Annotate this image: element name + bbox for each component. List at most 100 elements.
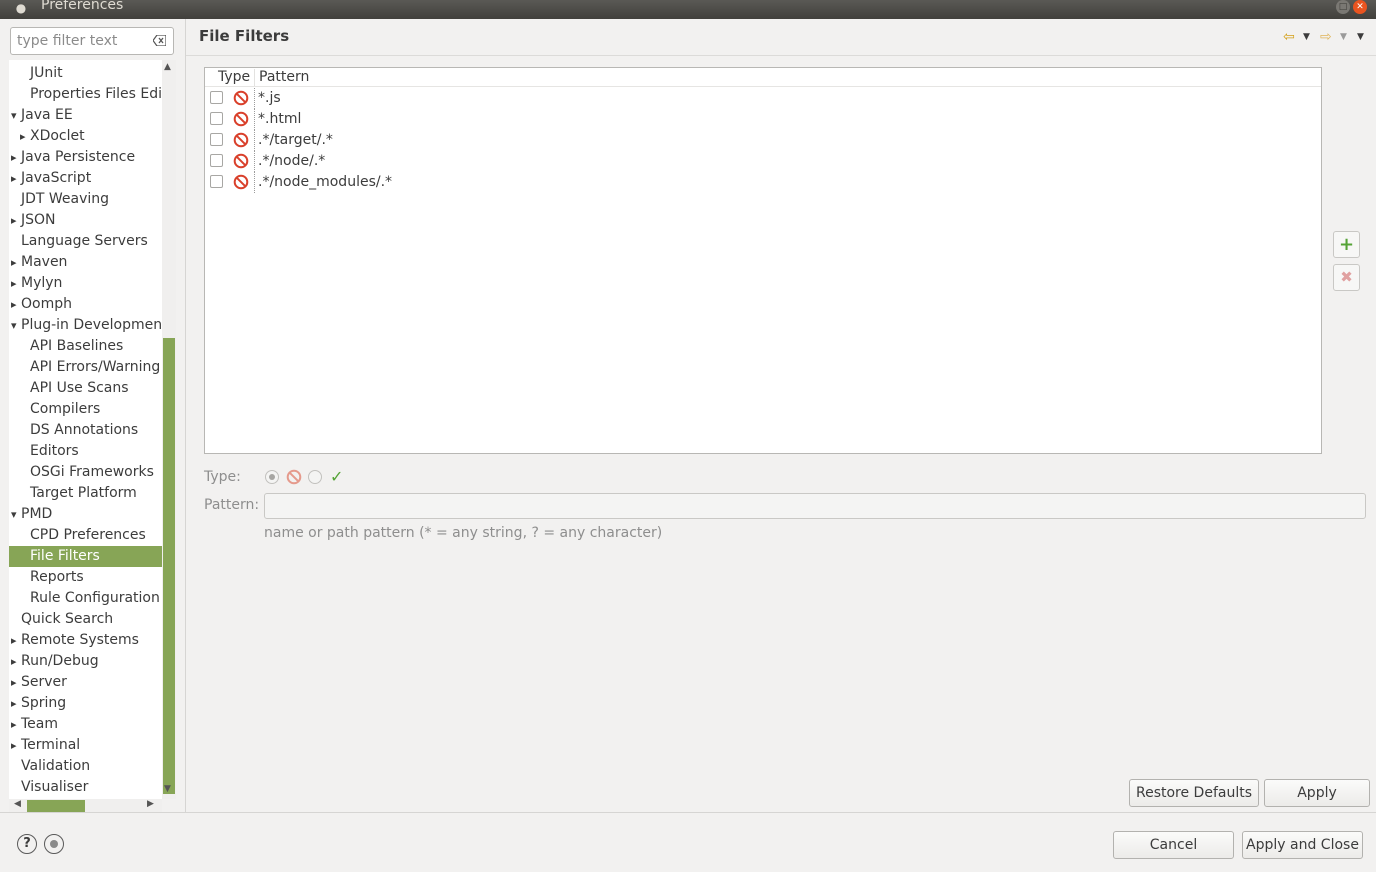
collapse-arrow-icon[interactable]: ▸ xyxy=(11,672,19,693)
collapse-arrow-icon[interactable]: ▸ xyxy=(11,273,19,294)
collapse-arrow-icon[interactable]: ▸ xyxy=(11,252,19,273)
apply-button[interactable]: Apply xyxy=(1264,779,1370,807)
tree-item[interactable]: ▸ Remote Systems xyxy=(9,630,162,651)
tree-item[interactable]: Properties Files Edi xyxy=(9,84,162,105)
tree-item[interactable]: Rule Configuration xyxy=(9,588,162,609)
tree-item[interactable]: API Use Scans xyxy=(9,378,162,399)
tree-item[interactable]: ▸ Terminal xyxy=(9,735,162,756)
row-checkbox[interactable] xyxy=(210,154,223,167)
import-export-icon[interactable] xyxy=(44,834,64,854)
collapse-arrow-icon[interactable]: ▸ xyxy=(11,168,19,189)
expand-arrow-icon[interactable]: ▾ xyxy=(11,315,19,336)
scroll-left-icon[interactable]: ◀ xyxy=(14,799,21,809)
column-header-pattern[interactable]: Pattern xyxy=(259,68,309,87)
clear-filter-icon[interactable] xyxy=(153,35,166,46)
table-row[interactable]: .*/target/.* xyxy=(205,130,1321,151)
tree-item-label: OSGi Frameworks xyxy=(30,464,154,480)
collapse-arrow-icon[interactable]: ▸ xyxy=(11,147,19,168)
row-checkbox[interactable] xyxy=(210,112,223,125)
expand-arrow-icon[interactable]: ▾ xyxy=(11,504,19,525)
filters-table[interactable]: Type Pattern *.js *.html .*/target/.* .*/no… xyxy=(204,67,1322,454)
tree-item[interactable]: Quick Search xyxy=(9,609,162,630)
table-row[interactable]: *.js xyxy=(205,88,1321,109)
table-row[interactable]: *.html xyxy=(205,109,1321,130)
tree-item[interactable]: Language Servers xyxy=(9,231,162,252)
tree-item[interactable]: API Errors/Warning xyxy=(9,357,162,378)
table-row[interactable]: .*/node/.* xyxy=(205,151,1321,172)
row-checkbox[interactable] xyxy=(210,175,223,188)
hscroll-thumb[interactable] xyxy=(27,800,85,812)
tree-item[interactable]: DS Annotations xyxy=(9,420,162,441)
table-row[interactable]: .*/node_modules/.* xyxy=(205,172,1321,193)
tree-item[interactable]: OSGi Frameworks xyxy=(9,462,162,483)
tree-item[interactable]: ▸ JSON xyxy=(9,210,162,231)
scroll-up-icon[interactable]: ▲ xyxy=(164,62,171,72)
tree-item[interactable]: ▸ Team xyxy=(9,714,162,735)
tree-item[interactable]: ▾ Plug-in Development xyxy=(9,315,162,336)
tree-item[interactable]: File Filters xyxy=(9,546,162,567)
back-arrow-icon[interactable]: ⇦ xyxy=(1283,29,1295,45)
help-icon[interactable]: ? xyxy=(17,834,37,854)
pattern-field[interactable] xyxy=(264,493,1366,519)
pane-divider[interactable] xyxy=(185,19,186,812)
collapse-arrow-icon[interactable]: ▸ xyxy=(11,294,19,315)
collapse-arrow-icon[interactable]: ▸ xyxy=(11,630,19,651)
filter-input[interactable] xyxy=(11,28,149,54)
app-menu-icon[interactable]: ● xyxy=(14,1,28,15)
maximize-icon[interactable]: □ xyxy=(1336,0,1350,14)
collapse-arrow-icon[interactable]: ▸ xyxy=(11,651,19,672)
tree-item[interactable]: ▸ JavaScript xyxy=(9,168,162,189)
forward-dropdown-icon[interactable]: ▼ xyxy=(1340,29,1347,45)
collapse-arrow-icon[interactable]: ▸ xyxy=(11,714,19,735)
tree-item[interactable]: ▸ Server xyxy=(9,672,162,693)
cancel-button[interactable]: Cancel xyxy=(1113,831,1234,859)
column-header-type[interactable]: Type xyxy=(218,68,250,87)
tree-horizontal-scrollbar[interactable]: ◀ ▶ xyxy=(9,799,162,813)
collapse-arrow-icon[interactable]: ▸ xyxy=(11,735,19,756)
collapse-arrow-icon[interactable]: ▸ xyxy=(11,210,19,231)
tree-item[interactable]: ▸ Java Persistence xyxy=(9,147,162,168)
scroll-right-icon[interactable]: ▶ xyxy=(147,799,154,809)
tree-item[interactable]: Validation xyxy=(9,756,162,777)
column-separator[interactable] xyxy=(254,69,255,86)
close-window-icon[interactable]: ✕ xyxy=(1353,0,1367,14)
include-radio[interactable] xyxy=(308,470,322,484)
row-checkbox[interactable] xyxy=(210,91,223,104)
tree-item[interactable]: JDT Weaving xyxy=(9,189,162,210)
tree-item[interactable]: Target Platform xyxy=(9,483,162,504)
tree-item-label: Team xyxy=(21,716,59,732)
tree-vertical-scrollbar[interactable]: ▲ ▼ xyxy=(162,60,176,799)
tree-item[interactable]: ▾ PMD xyxy=(9,504,162,525)
apply-and-close-button[interactable]: Apply and Close xyxy=(1242,831,1363,859)
collapse-arrow-icon[interactable]: ▸ xyxy=(11,693,19,714)
tree-item[interactable]: Compilers xyxy=(9,399,162,420)
tree-item[interactable]: JUnit xyxy=(9,63,162,84)
tree-item[interactable]: ▸ Spring xyxy=(9,693,162,714)
scroll-thumb[interactable] xyxy=(163,338,175,794)
tree-item[interactable]: ▸ XDoclet xyxy=(9,126,162,147)
tree-item[interactable]: ▸ Maven xyxy=(9,252,162,273)
expand-arrow-icon[interactable]: ▾ xyxy=(11,105,19,126)
view-menu-icon[interactable]: ▼ xyxy=(1357,29,1364,45)
tree-item[interactable]: Editors xyxy=(9,441,162,462)
add-filter-button[interactable]: + xyxy=(1333,231,1360,258)
scroll-down-icon[interactable]: ▼ xyxy=(164,784,171,794)
tree-item[interactable]: ▸ Run/Debug xyxy=(9,651,162,672)
collapse-arrow-icon[interactable]: ▸ xyxy=(20,126,28,147)
tree-item[interactable]: ▸ Mylyn xyxy=(9,273,162,294)
row-checkbox[interactable] xyxy=(210,133,223,146)
preferences-tree[interactable]: JUnit Properties Files Edi ▾ Java EE ▸ XDocle… xyxy=(9,60,162,799)
tree-item[interactable]: Visualiser xyxy=(9,777,162,798)
exclude-icon xyxy=(233,174,249,190)
restore-defaults-button[interactable]: Restore Defaults xyxy=(1129,779,1259,807)
tree-item[interactable]: ▾ Java EE xyxy=(9,105,162,126)
forward-arrow-icon[interactable]: ⇨ xyxy=(1320,29,1332,45)
back-dropdown-icon[interactable]: ▼ xyxy=(1303,29,1310,45)
exclude-radio[interactable] xyxy=(265,470,279,484)
tree-item[interactable]: API Baselines xyxy=(9,336,162,357)
remove-filter-button[interactable]: ✖ xyxy=(1333,264,1360,291)
tree-item-label: PMD xyxy=(21,506,53,522)
tree-item[interactable]: ▸ Oomph xyxy=(9,294,162,315)
tree-item[interactable]: Reports xyxy=(9,567,162,588)
tree-item[interactable]: CPD Preferences xyxy=(9,525,162,546)
